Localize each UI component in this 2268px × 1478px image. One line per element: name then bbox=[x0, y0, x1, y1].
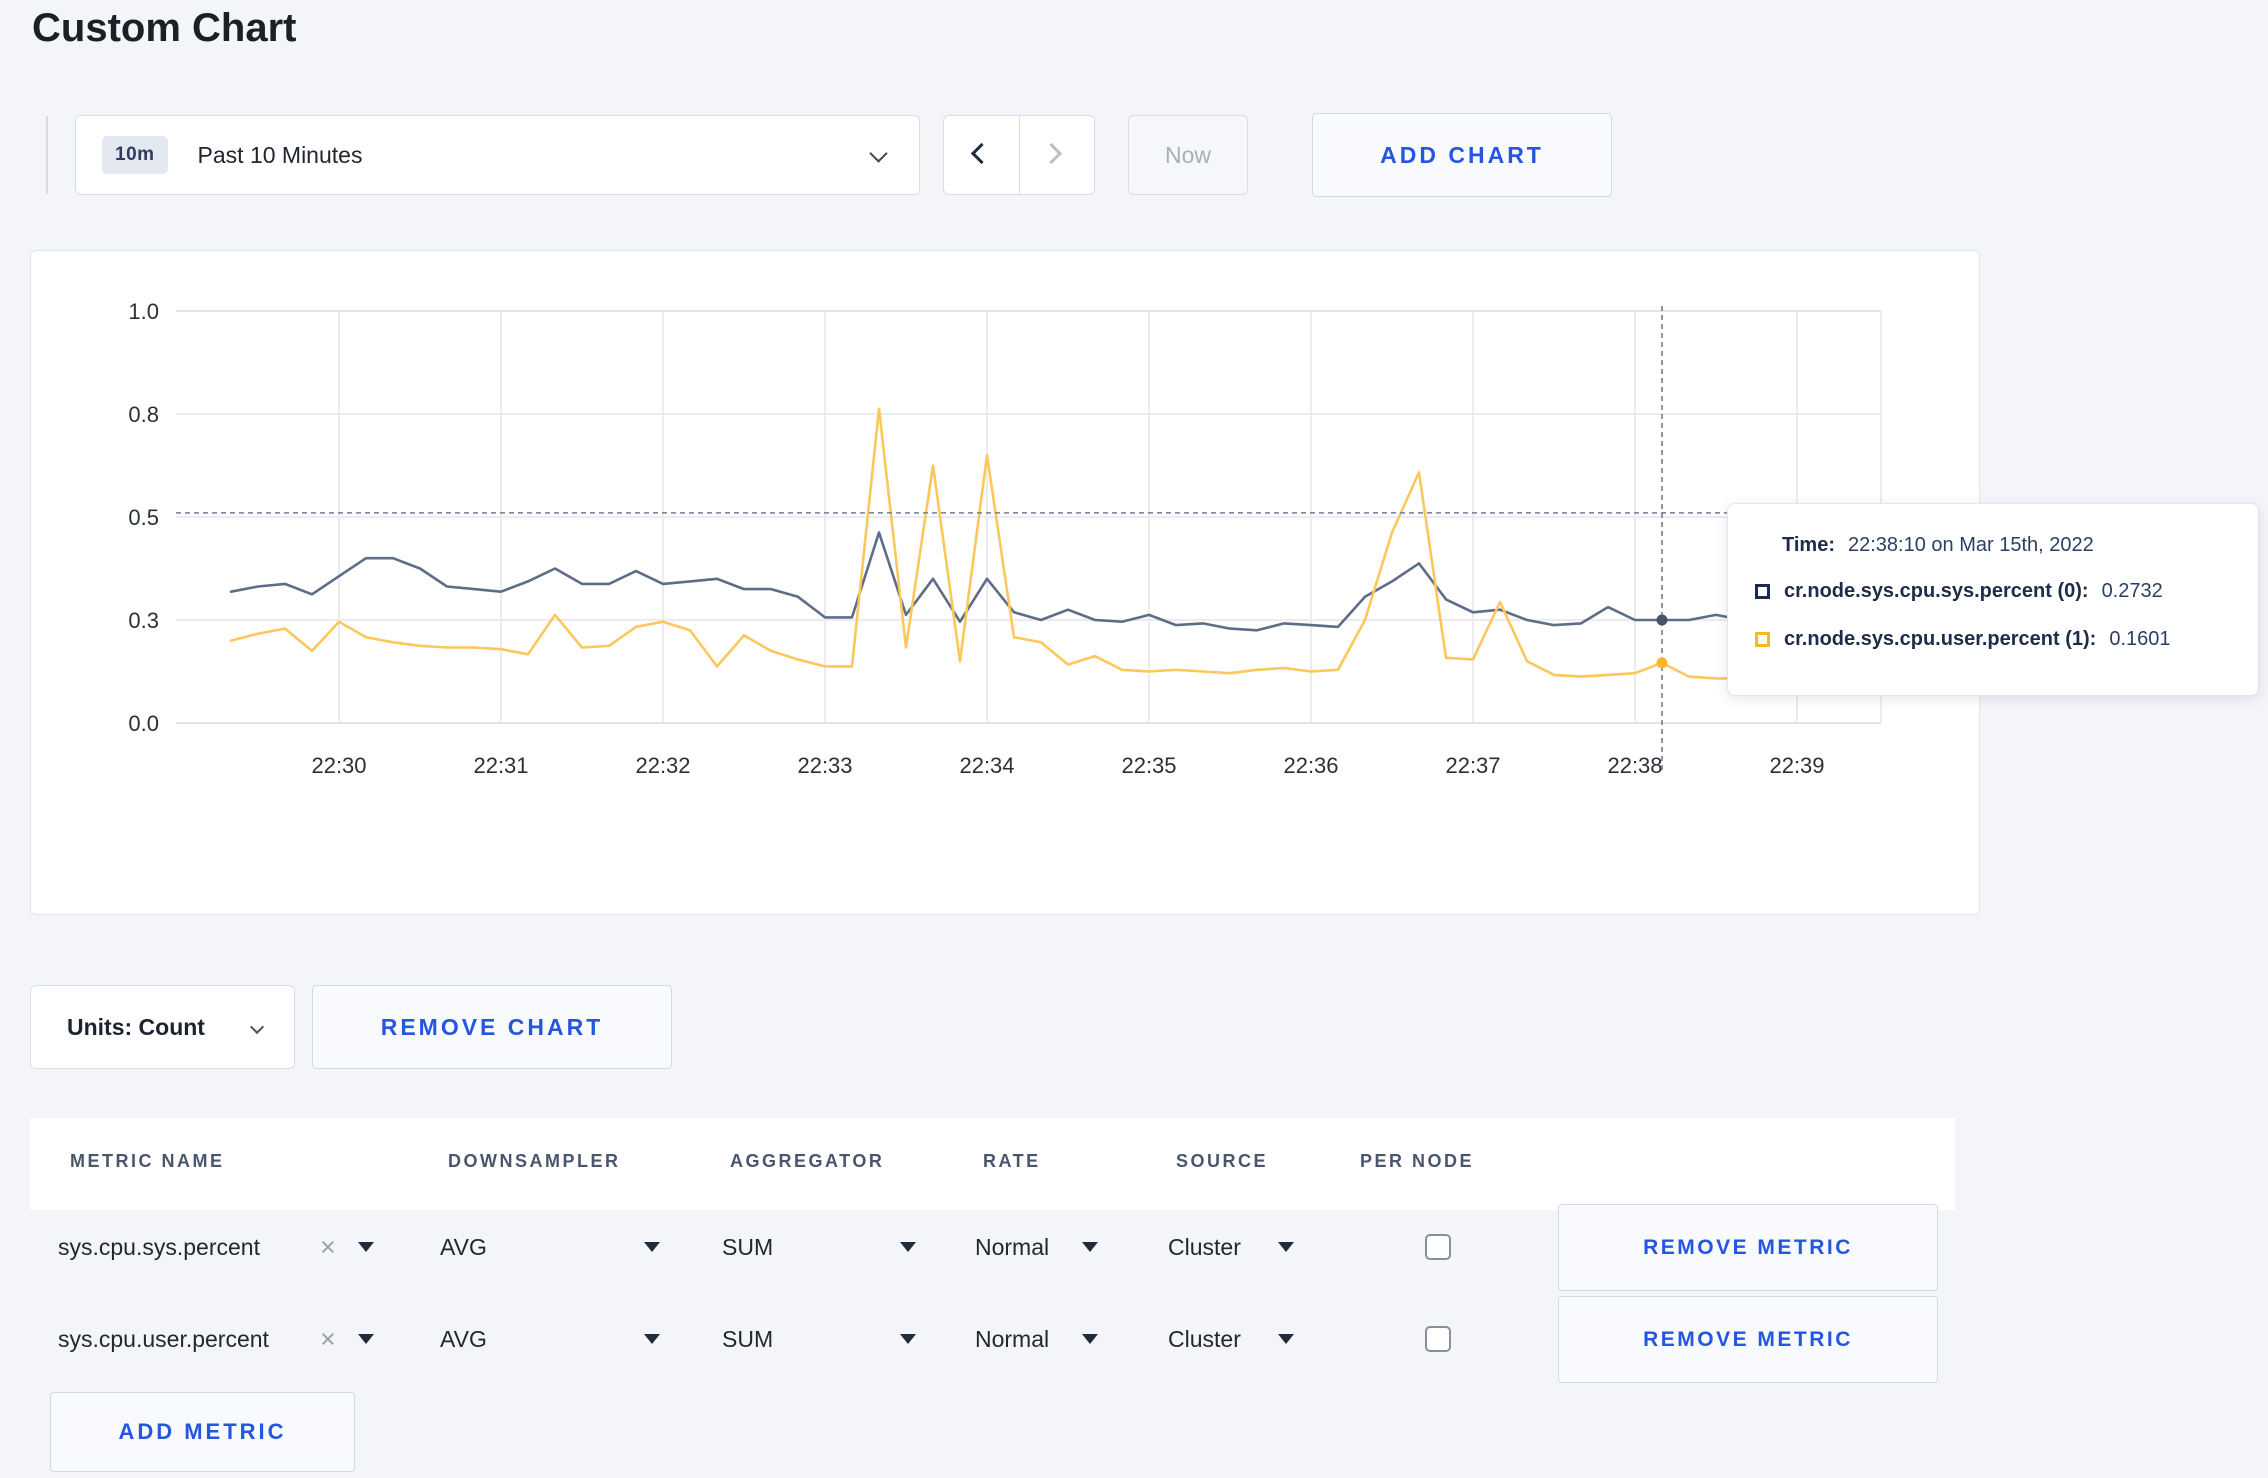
x-axis-label: 22:39 bbox=[1769, 753, 1824, 778]
per-node-checkbox[interactable] bbox=[1425, 1326, 1451, 1352]
time-window-badge: 10m bbox=[102, 136, 168, 174]
custom-chart-page: Custom Chart 10m Past 10 Minutes Now ADD… bbox=[0, 0, 2268, 1478]
source-caret-icon[interactable] bbox=[1278, 1242, 1294, 1252]
x-axis-label: 22:30 bbox=[311, 753, 366, 778]
downsampler-select[interactable]: AVG bbox=[440, 1294, 487, 1384]
hover-point-cr.node.sys.cpu.user.percent bbox=[1656, 657, 1668, 669]
user-series-marker-icon bbox=[1755, 632, 1770, 647]
x-axis-label: 22:37 bbox=[1445, 753, 1500, 778]
next-time-button[interactable] bbox=[1018, 116, 1095, 194]
aggregator-caret-icon[interactable] bbox=[900, 1242, 916, 1252]
hover-point-cr.node.sys.cpu.sys.percent bbox=[1656, 614, 1668, 626]
chevron-down-icon bbox=[869, 144, 888, 163]
y-axis-label: 0.5 bbox=[128, 505, 159, 530]
x-axis-label: 22:38 bbox=[1607, 753, 1662, 778]
downsampler-caret-icon[interactable] bbox=[644, 1242, 660, 1252]
metric-row: sys.cpu.user.percent × AVG SUM Normal Cl… bbox=[30, 1294, 1955, 1384]
header-downsampler: DOWNSAMPLER bbox=[448, 1151, 621, 1171]
sys-series-marker-icon bbox=[1755, 584, 1770, 599]
x-axis-label: 22:33 bbox=[797, 753, 852, 778]
rate-caret-icon[interactable] bbox=[1082, 1242, 1098, 1252]
header-per-node: PER NODE bbox=[1360, 1151, 1475, 1171]
metric-name-caret-icon[interactable] bbox=[358, 1334, 374, 1344]
units-label: Units: Count bbox=[67, 1013, 205, 1040]
add-metric-button[interactable]: ADD METRIC bbox=[50, 1392, 355, 1472]
x-axis-label: 22:35 bbox=[1121, 753, 1176, 778]
metric-name-value[interactable]: sys.cpu.sys.percent bbox=[58, 1202, 260, 1292]
time-window-dropdown[interactable]: 10m Past 10 Minutes bbox=[75, 115, 920, 195]
series-line-cr.node.sys.cpu.sys.percent bbox=[229, 531, 1853, 632]
header-metric-name: METRIC NAME bbox=[70, 1151, 225, 1171]
time-nav-group bbox=[943, 115, 1095, 195]
clear-metric-icon[interactable]: × bbox=[320, 1202, 336, 1292]
rate-select[interactable]: Normal bbox=[975, 1202, 1049, 1292]
chevron-right-icon bbox=[1040, 142, 1062, 165]
add-chart-button[interactable]: ADD CHART bbox=[1312, 113, 1612, 197]
aggregator-select[interactable]: SUM bbox=[722, 1294, 773, 1384]
tooltip-sys-name: cr.node.sys.cpu.sys.percent (0): bbox=[1784, 580, 2089, 602]
x-axis-label: 22:31 bbox=[473, 753, 528, 778]
chevron-down-icon bbox=[249, 1019, 265, 1035]
metric-row: sys.cpu.sys.percent × AVG SUM Normal Clu… bbox=[30, 1202, 1955, 1292]
tooltip-time-label: Time: bbox=[1782, 534, 1835, 556]
page-title: Custom Chart bbox=[32, 6, 297, 50]
per-node-checkbox[interactable] bbox=[1425, 1234, 1451, 1260]
chevron-left-icon bbox=[970, 142, 993, 165]
toolbar-left-divider bbox=[46, 116, 48, 194]
remove-metric-button[interactable]: REMOVE METRIC bbox=[1558, 1296, 1938, 1383]
now-button[interactable]: Now bbox=[1128, 115, 1248, 195]
metric-name-value[interactable]: sys.cpu.user.percent bbox=[58, 1294, 269, 1384]
remove-metric-button[interactable]: REMOVE METRIC bbox=[1558, 1204, 1938, 1291]
chart-tooltip: Time: 22:38:10 on Mar 15th, 2022 cr.node… bbox=[1727, 503, 2259, 696]
y-axis-label: 0.8 bbox=[128, 402, 159, 427]
series-line-cr.node.sys.cpu.user.percent bbox=[229, 407, 1853, 680]
y-axis-label: 0.3 bbox=[128, 608, 159, 633]
x-axis-label: 22:32 bbox=[635, 753, 690, 778]
clear-metric-icon[interactable]: × bbox=[320, 1294, 336, 1384]
custom-chart-plot[interactable]: 0.0 0.3 0.5 0.8 1.0 22:30 22:31 22:32 22:33 22:34… bbox=[31, 251, 1981, 916]
header-rate: RATE bbox=[983, 1151, 1041, 1171]
metrics-table-header: METRIC NAME DOWNSAMPLER AGGREGATOR RATE … bbox=[30, 1118, 1955, 1210]
downsampler-caret-icon[interactable] bbox=[644, 1334, 660, 1344]
x-axis-label: 22:34 bbox=[959, 753, 1014, 778]
source-caret-icon[interactable] bbox=[1278, 1334, 1294, 1344]
tooltip-user-name: cr.node.sys.cpu.user.percent (1): bbox=[1784, 628, 2097, 650]
aggregator-select[interactable]: SUM bbox=[722, 1202, 773, 1292]
chart-card: 0.0 0.3 0.5 0.8 1.0 22:30 22:31 22:32 22:33 22:34… bbox=[30, 250, 1980, 915]
tooltip-user-value: 0.1601 bbox=[2109, 628, 2171, 650]
header-source: SOURCE bbox=[1176, 1151, 1269, 1171]
rate-select[interactable]: Normal bbox=[975, 1294, 1049, 1384]
remove-chart-button[interactable]: REMOVE CHART bbox=[312, 985, 672, 1069]
x-axis-label: 22:36 bbox=[1283, 753, 1338, 778]
prev-time-button[interactable] bbox=[944, 116, 1019, 194]
y-axis-label: 1.0 bbox=[128, 299, 159, 324]
aggregator-caret-icon[interactable] bbox=[900, 1334, 916, 1344]
rate-caret-icon[interactable] bbox=[1082, 1334, 1098, 1344]
source-select[interactable]: Cluster bbox=[1168, 1294, 1241, 1384]
tooltip-sys-value: 0.2732 bbox=[2101, 580, 2163, 602]
metric-name-caret-icon[interactable] bbox=[358, 1242, 374, 1252]
source-select[interactable]: Cluster bbox=[1168, 1202, 1241, 1292]
downsampler-select[interactable]: AVG bbox=[440, 1202, 487, 1292]
time-window-label: Past 10 Minutes bbox=[197, 141, 363, 168]
units-dropdown[interactable]: Units: Count bbox=[30, 985, 295, 1069]
tooltip-time-value: 22:38:10 on Mar 15th, 2022 bbox=[1847, 534, 2094, 556]
y-axis-label: 0.0 bbox=[128, 711, 159, 736]
header-aggregator: AGGREGATOR bbox=[730, 1151, 885, 1171]
